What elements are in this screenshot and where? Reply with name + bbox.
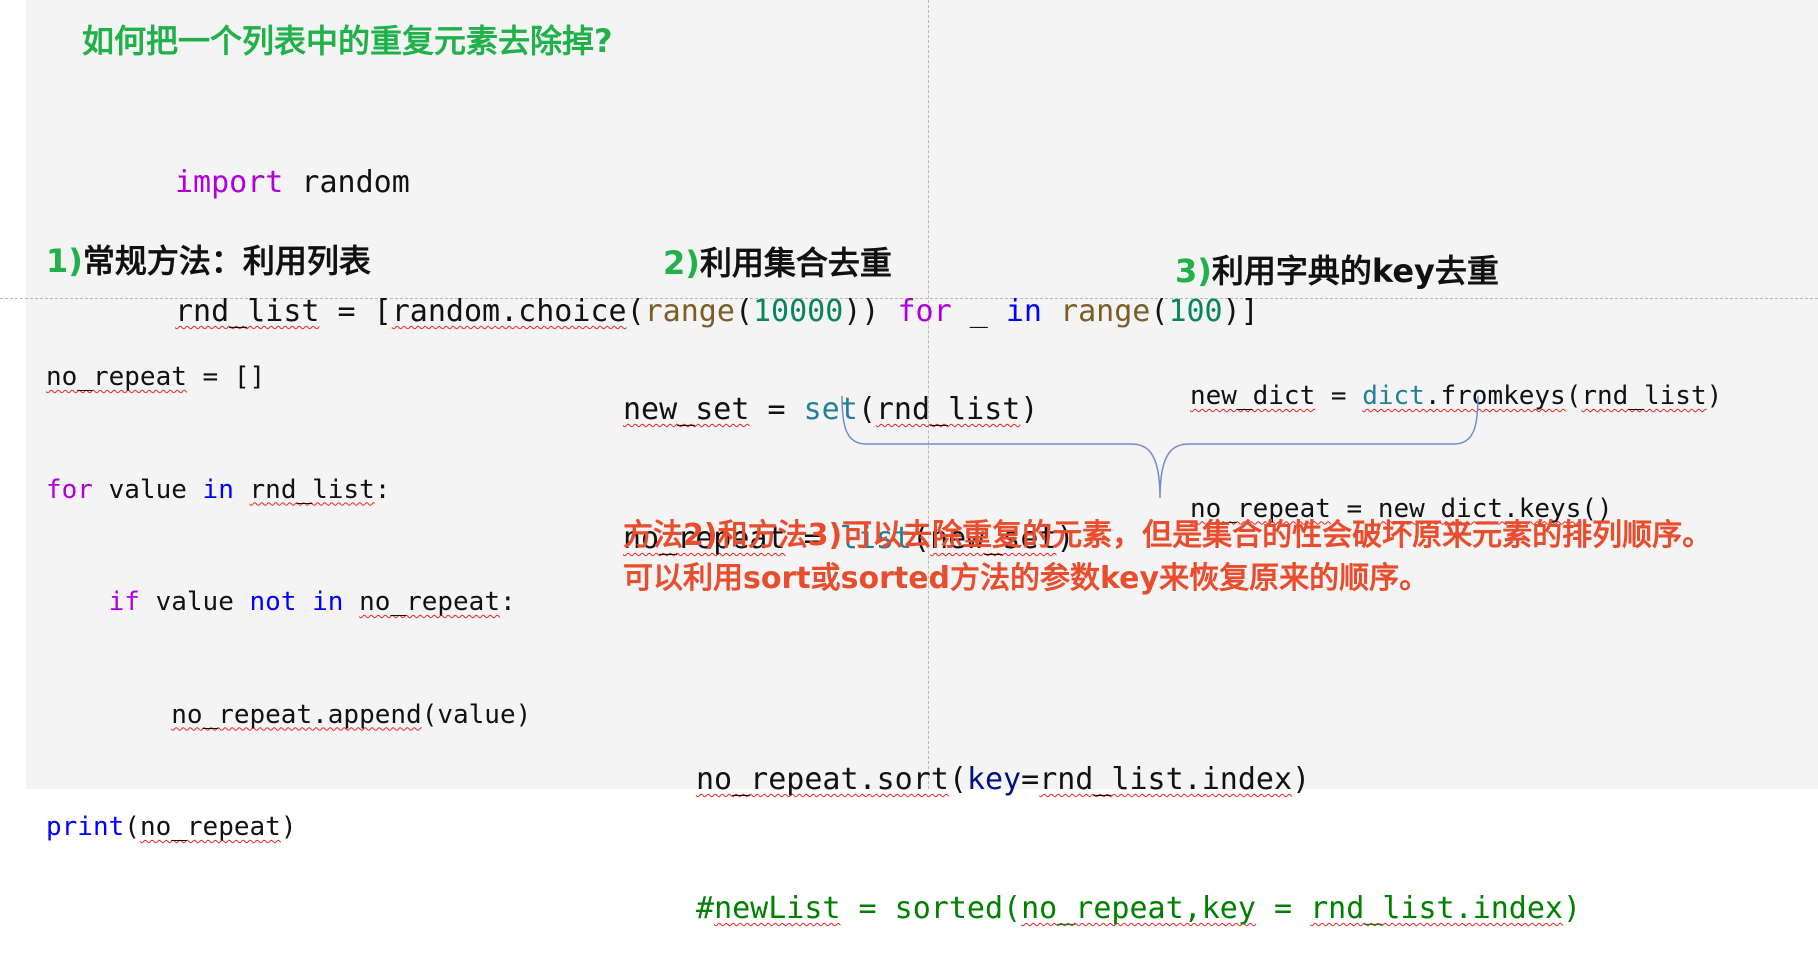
- slide-title: 如何把一个列表中的重复元素去除掉?: [82, 22, 613, 60]
- code-text: random: [283, 165, 410, 200]
- explanation-note: 方法2)和方法3)可以去除重复的元素，但是集合的性会破坏原来元素的排列顺序。 可…: [623, 514, 1773, 600]
- code-line: if value not in no_repeat:: [46, 584, 531, 622]
- builtin-function: print: [46, 812, 125, 842]
- code-text: ): [1292, 762, 1311, 797]
- keyword: if: [108, 587, 140, 617]
- code-text: rnd_list: [1581, 381, 1707, 411]
- code-text: = sorted(: [840, 891, 1022, 926]
- method1-heading: 1)常规方法：利用列表: [46, 236, 371, 282]
- parameter-name: key: [966, 762, 1022, 797]
- code-text: ): [1563, 891, 1582, 926]
- code-text: no_repeat: [359, 587, 500, 617]
- keyword: import: [175, 165, 284, 200]
- code-text: :: [500, 587, 516, 617]
- code-text: no_repeat.append: [171, 699, 422, 730]
- code-text: no_repeat: [139, 812, 281, 842]
- code-text: (: [1565, 381, 1582, 411]
- code-text: =: [1255, 891, 1311, 926]
- curly-brace-connector: [841, 395, 1479, 499]
- brace-path: [841, 395, 1479, 499]
- code-text: value: [139, 587, 250, 617]
- code-text: no_repeat: [46, 362, 187, 392]
- heading-number: 1): [46, 242, 83, 280]
- code-text: (: [948, 762, 967, 797]
- code-line: for value in rnd_list:: [46, 472, 531, 510]
- note-line: 可以利用sort或sorted方法的参数key来恢复原来的顺序。: [623, 561, 1430, 596]
- code-text: (value): [421, 699, 532, 730]
- code-text: no_repeat,key: [1021, 891, 1256, 926]
- code-line: import random: [175, 161, 1259, 204]
- code-text: rnd_list: [249, 474, 375, 505]
- code-text: rnd_list.index: [1310, 891, 1563, 926]
- code-text: #: [696, 891, 715, 926]
- code-line: no_repeat = []: [46, 359, 531, 397]
- code-text: =: [749, 392, 804, 427]
- code-text: value: [92, 474, 203, 505]
- method1-code-block: no_repeat = [] for value in rnd_list: if…: [46, 284, 531, 884]
- sort-code-block: no_repeat.sort(key=rnd_list.index) #newL…: [696, 672, 1581, 973]
- heading-text: 利用集合去重: [699, 244, 892, 282]
- keyword: for: [46, 474, 93, 505]
- keyword: in: [202, 474, 234, 505]
- code-line: no_repeat.append(value): [46, 697, 531, 735]
- code-text: ): [1706, 381, 1723, 411]
- code-text: = []: [186, 362, 266, 392]
- note-line: 方法2)和方法3)可以去除重复的元素，但是集合的性会破坏原来元素的排列顺序。: [623, 518, 1713, 553]
- heading-text: 利用字典的key去重: [1211, 252, 1499, 290]
- code-text: rnd_list.index: [1039, 762, 1293, 797]
- code-text: no_repeat.sort: [696, 762, 949, 797]
- code-text: =: [1021, 762, 1040, 797]
- code-text: ): [280, 812, 297, 842]
- method2-heading: 2)利用集合去重: [663, 238, 892, 284]
- keyword: in: [312, 587, 344, 617]
- code-text: (: [1150, 294, 1169, 329]
- keyword: not: [249, 587, 297, 617]
- code-text: newList: [714, 891, 841, 926]
- heading-number: 3): [1175, 252, 1212, 290]
- code-text: new_set: [623, 392, 750, 427]
- code-line: print(no_repeat): [46, 809, 531, 847]
- heading-number: 2): [663, 244, 700, 282]
- code-text: :: [374, 474, 391, 505]
- code-text: (: [124, 812, 140, 842]
- code-line: no_repeat.sort(key=rnd_list.index): [696, 758, 1581, 801]
- heading-text: 常规方法：利用列表: [82, 242, 371, 280]
- method3-heading: 3)利用字典的key去重: [1175, 246, 1499, 292]
- comment-line: #newList = sorted(no_repeat,key = rnd_li…: [696, 887, 1581, 930]
